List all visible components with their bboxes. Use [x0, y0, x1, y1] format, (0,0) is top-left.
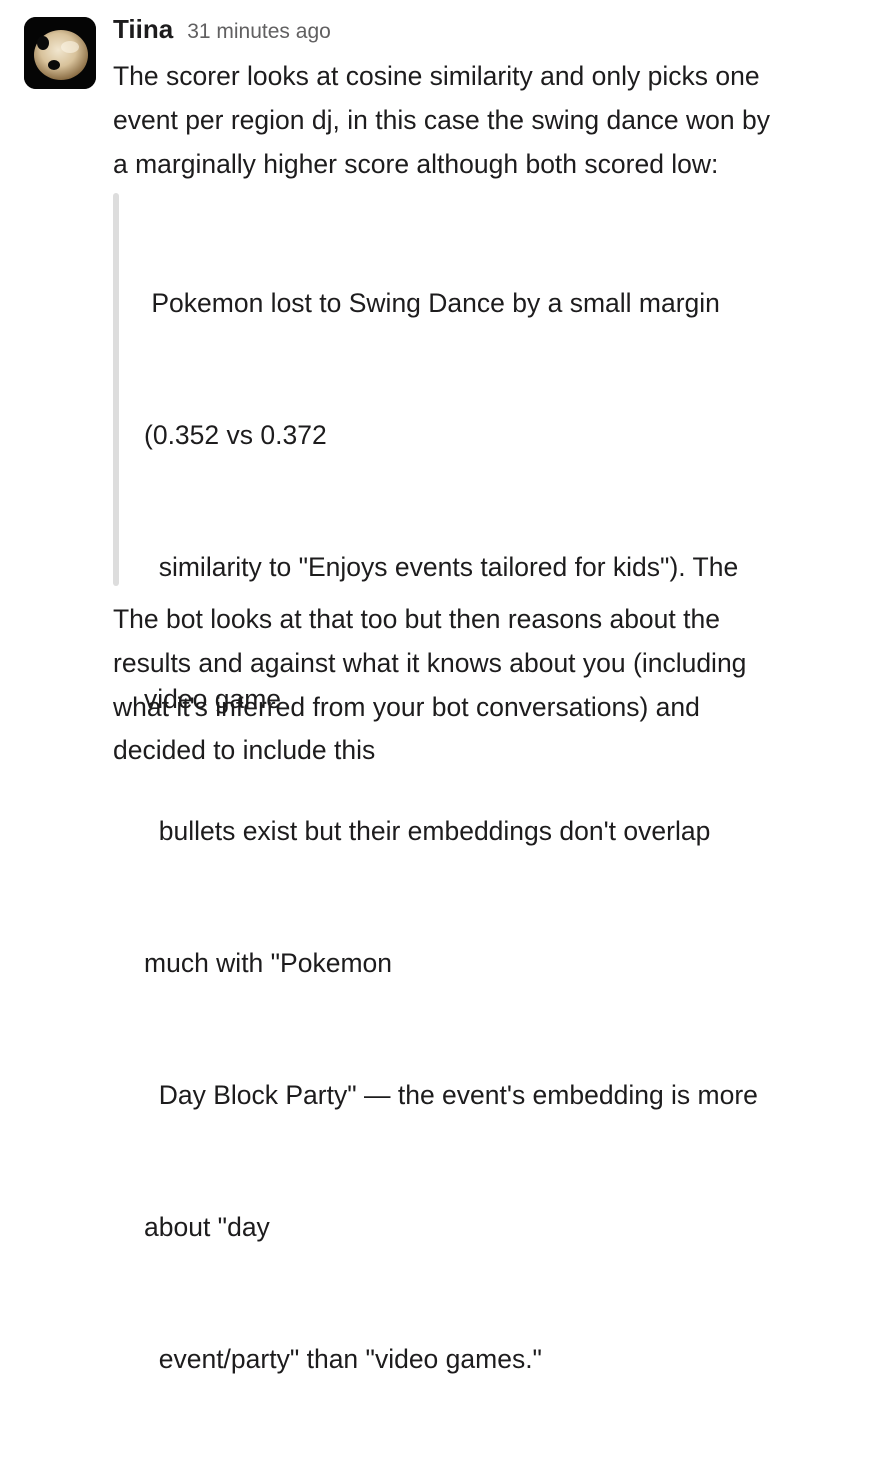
- quote-line: much with "Pokemon: [144, 948, 393, 978]
- message-paragraph-1: The scorer looks at cosine similarity an…: [113, 55, 853, 186]
- text-line: The scorer looks at cosine similarity an…: [113, 61, 760, 91]
- quote-line: bullets exist but their embeddings don't…: [144, 816, 711, 846]
- quote-line: about "day: [144, 1212, 270, 1242]
- text-line: The bot looks at that too but then reaso…: [113, 604, 720, 634]
- quote-line: similarity to "Enjoys events tailored fo…: [144, 552, 739, 582]
- message-timestamp[interactable]: 31 minutes ago: [187, 20, 331, 44]
- text-line: results and against what it knows about …: [113, 647, 747, 678]
- text-line: a marginally higher score although both …: [113, 148, 719, 179]
- quote-line: (0.352 vs 0.372: [144, 420, 327, 450]
- message-header: Tiina 31 minutes ago: [113, 14, 331, 54]
- quote-text: Pokemon lost to Swing Dance by a small m…: [144, 193, 844, 1469]
- block-quote: Pokemon lost to Swing Dance by a small m…: [113, 193, 853, 1374]
- user-avatar[interactable]: [24, 17, 96, 89]
- quote-line: Pokemon lost to Swing Dance by a small m…: [144, 288, 720, 318]
- quote-line: Day Block Party" — the event's embedding…: [144, 1080, 758, 1110]
- text-line: event per region dj, in this case the sw…: [113, 104, 771, 135]
- message-paragraph-2: The bot looks at that too but then reaso…: [113, 598, 853, 773]
- text-line: decided to include this: [113, 735, 376, 766]
- quote-bar: [113, 193, 119, 586]
- avatar-photo-icon: [24, 17, 96, 89]
- text-line: what it's inferred from your bot convers…: [113, 691, 700, 722]
- quote-line: event/party" than "video games.": [144, 1344, 542, 1374]
- author-name[interactable]: Tiina: [113, 14, 173, 45]
- chat-message: Tiina 31 minutes ago The scorer looks at…: [0, 0, 880, 1374]
